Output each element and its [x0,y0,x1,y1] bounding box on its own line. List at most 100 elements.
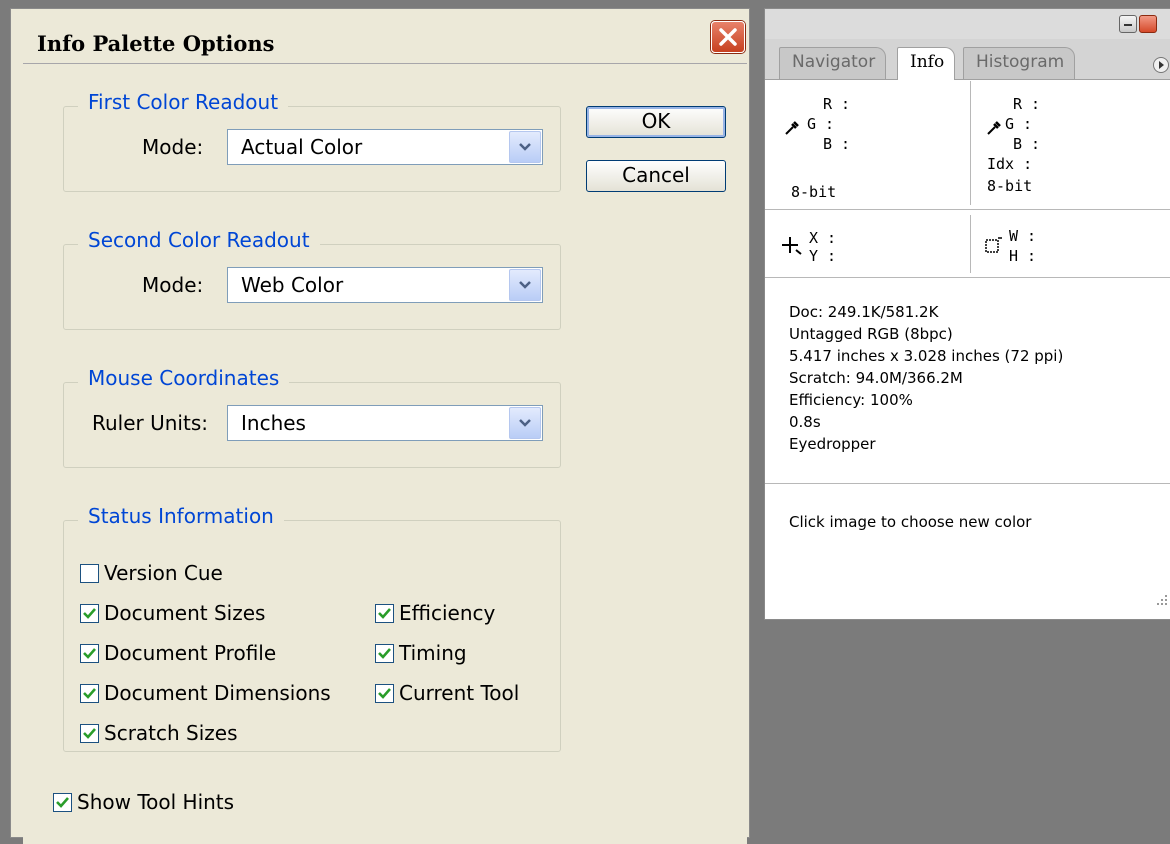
palette-tabs: Navigator Info Histogram [765,39,1170,80]
dialog-close-button[interactable] [711,21,745,53]
efficiency-checkbox[interactable]: Efficiency [375,601,495,625]
left-bit-depth: 8-bit [791,183,837,201]
mode-label: Mode: [142,135,204,159]
tab-navigator[interactable]: Navigator [779,47,887,79]
right-bit-depth: 8-bit [987,177,1033,195]
checkmark-icon [83,687,96,699]
right-g-readout: G : [1005,115,1033,133]
dropdown-button[interactable] [509,407,541,439]
checkbox-label: Document Sizes [104,601,266,625]
document-profile-checkbox[interactable]: Document Profile [80,641,276,665]
checkbox-label: Timing [399,641,467,665]
checkbox-label: Efficiency [399,601,496,625]
mode-label: Mode: [142,273,204,297]
cancel-button[interactable]: Cancel [586,160,726,192]
ruler-units-label: Ruler Units: [92,411,208,435]
checkbox-box[interactable] [80,643,99,663]
close-icon[interactable] [1139,15,1157,33]
ok-button[interactable]: OK [586,106,726,138]
status-doc-dimensions: 5.417 inches x 3.028 inches (72 ppi) [789,347,1064,365]
status-efficiency: Efficiency: 100% [789,391,913,409]
chevron-down-icon [519,143,531,151]
checkbox-box[interactable] [375,603,394,623]
close-icon [719,28,737,46]
checkbox-box[interactable] [375,643,394,663]
right-b-readout: B : [1013,135,1041,153]
info-palette-options-dialog: Info Palette Options First Color Readout… [10,8,750,844]
h-readout: H : [1009,247,1037,265]
checkbox-label: Document Dimensions [104,681,331,705]
eyedropper-icon [785,121,799,135]
dropdown-button[interactable] [509,131,541,163]
group-legend: First Color Readout [78,90,289,114]
right-idx-readout: Idx : [987,155,1033,173]
readout-divider [970,81,971,205]
document-dimensions-checkbox[interactable]: Document Dimensions [80,681,331,705]
version-cue-checkbox[interactable]: Version Cue [80,561,223,585]
show-tool-hints-checkbox[interactable]: Show Tool Hints [53,790,234,814]
scratch-sizes-checkbox[interactable]: Scratch Sizes [80,721,238,745]
resize-grip-icon[interactable] [1149,589,1169,609]
checkbox-box[interactable] [53,792,72,812]
chevron-down-icon [519,419,531,427]
tab-histogram[interactable]: Histogram [963,47,1076,79]
group-legend: Status Information [78,504,284,528]
palette-menu-button[interactable] [1153,57,1169,73]
left-r-readout: R : [823,95,851,113]
x-readout: X : [809,229,837,247]
checkbox-box[interactable] [80,683,99,703]
second-color-readout-group: Second Color Readout Mode: Web Color [63,228,561,330]
checkmark-icon [83,727,96,739]
minimize-icon[interactable] [1119,15,1137,33]
checkbox-label: Current Tool [399,681,520,705]
section-divider [765,209,1170,210]
document-sizes-checkbox[interactable]: Document Sizes [80,601,265,625]
section-divider [765,277,1170,278]
timing-checkbox[interactable]: Timing [375,641,467,665]
status-doc-size: Doc: 249.1K/581.2K [789,303,939,321]
select-value: Actual Color [241,135,363,159]
left-b-readout: B : [823,135,851,153]
checkmark-icon [56,796,69,808]
second-readout-mode-select[interactable]: Web Color [227,267,543,303]
status-current-tool: Eyedropper [789,435,876,453]
group-legend: Second Color Readout [78,228,320,252]
section-divider [765,483,1170,484]
checkbox-box[interactable] [375,683,394,703]
info-palette: Navigator Info Histogram R : G : B : 8-b… [764,8,1170,620]
ruler-units-select[interactable]: Inches [227,405,543,441]
right-r-readout: R : [1013,95,1041,113]
status-scratch: Scratch: 94.0M/366.2M [789,369,963,387]
eyedropper-icon [987,121,1001,135]
dialog-body: First Color Readout Mode: Actual Color S… [23,63,747,844]
checkmark-icon [83,607,96,619]
checkbox-box[interactable] [80,723,99,743]
selection-size-icon [985,237,1002,253]
checkmark-icon [378,687,391,699]
group-legend: Mouse Coordinates [78,366,290,390]
checkbox-label: Version Cue [104,561,223,585]
status-information-group: Status Information Version Cue Document … [63,504,561,752]
checkmark-icon [83,647,96,659]
y-readout: Y : [809,247,837,265]
mouse-coordinates-group: Mouse Coordinates Ruler Units: Inches [63,366,561,468]
checkbox-label: Document Profile [104,641,277,665]
left-g-readout: G : [807,115,835,133]
chevron-down-icon [519,281,531,289]
checkbox-label: Show Tool Hints [77,790,235,814]
select-value: Web Color [241,273,344,297]
first-readout-mode-select[interactable]: Actual Color [227,129,543,165]
checkmark-icon [378,647,391,659]
dialog-title: Info Palette Options [37,31,275,56]
status-doc-profile: Untagged RGB (8bpc) [789,325,953,343]
dropdown-button[interactable] [509,269,541,301]
current-tool-checkbox[interactable]: Current Tool [375,681,519,705]
checkbox-box[interactable] [80,603,99,623]
checkbox-box[interactable] [80,563,99,583]
tool-hint: Click image to choose new color [789,513,1032,531]
coords-divider [970,215,971,273]
crosshair-icon [782,237,802,255]
tab-info[interactable]: Info [897,47,956,80]
first-color-readout-group: First Color Readout Mode: Actual Color [63,90,561,192]
checkmark-icon [378,607,391,619]
